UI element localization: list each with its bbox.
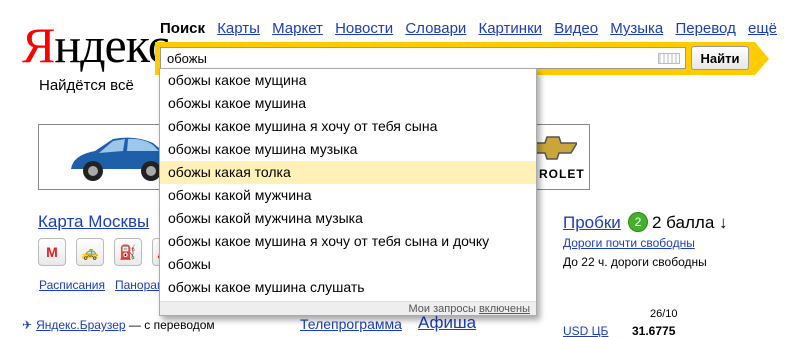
suggest-footer: Мои запросы включены <box>160 301 536 315</box>
browser-icon: ✈ <box>22 318 33 332</box>
tab-music[interactable]: Музыка <box>610 20 663 37</box>
search-button[interactable]: Найти <box>691 46 749 70</box>
suggestion-item[interactable]: обожы <box>160 253 536 276</box>
yandex-logo[interactable]: Яндекс <box>22 17 170 73</box>
traffic-light-icon: 2 <box>628 212 648 232</box>
suggestion-item-selected[interactable]: обожы какая толка <box>160 161 536 184</box>
browser-promo: ✈ Яндекс.Браузер — с переводом <box>22 318 215 332</box>
suggestion-item[interactable]: обожы какой мужчина <box>160 184 536 207</box>
browser-tail: — с переводом <box>128 318 215 332</box>
tab-video[interactable]: Видео <box>554 20 598 37</box>
tab-translate[interactable]: Перевод <box>675 20 735 37</box>
rate-label[interactable]: USD ЦБ <box>563 324 608 337</box>
tv-program-link[interactable]: Телепрограмма <box>300 316 402 332</box>
my-queries-toggle[interactable]: включены <box>479 303 530 315</box>
afisha-link[interactable]: Афиша <box>418 313 476 333</box>
search-input[interactable] <box>160 47 686 69</box>
schedules-link[interactable]: Расписания <box>39 278 105 292</box>
tab-dictionaries[interactable]: Словари <box>405 20 466 37</box>
tab-maps[interactable]: Карты <box>217 20 260 37</box>
service-tabs: Поиск Карты Маркет Новости Словари Карти… <box>160 20 785 40</box>
slogan: Найдётся всё <box>39 77 134 94</box>
tab-more[interactable]: ещё <box>748 20 777 37</box>
search-arrow-tip <box>755 42 769 75</box>
map-link[interactable]: Карта Москвы <box>38 212 149 232</box>
traffic-score: 2 балла ↓ <box>652 213 728 232</box>
tab-search[interactable]: Поиск <box>160 20 205 37</box>
taxi-icon[interactable]: 🚕 <box>76 238 104 266</box>
suggestion-item[interactable]: обожы какое мущина <box>160 69 536 92</box>
tab-market[interactable]: Маркет <box>272 20 323 37</box>
suggestion-item[interactable]: обожы какое мушина <box>160 92 536 115</box>
traffic-link[interactable]: Пробки <box>563 213 621 233</box>
traffic-status-link[interactable]: Дороги почти свободны <box>563 236 695 250</box>
my-queries-label: Мои запросы <box>408 303 476 315</box>
tab-images[interactable]: Картинки <box>478 20 542 37</box>
logo-first-letter: Я <box>22 17 55 73</box>
browser-link[interactable]: Яндекс.Браузер <box>36 318 126 332</box>
rate-date: 26/10 <box>650 308 678 320</box>
search-suggestions: обожы какое мущина обожы какое мушина об… <box>159 68 537 316</box>
suggestion-item[interactable]: обожы какое мушина я хочу от тебя сына <box>160 115 536 138</box>
suggestion-item[interactable]: обожы какое мушина я хочу от тебя сына и… <box>160 230 536 253</box>
panoramas-link[interactable]: Панорам <box>115 278 165 292</box>
keyboard-icon[interactable] <box>658 53 680 64</box>
gas-station-icon[interactable]: ⛽ <box>114 238 142 266</box>
rate-value: 31.6775 <box>632 324 676 337</box>
brand-text: ROLET <box>539 167 585 181</box>
logo-rest: ндекс <box>54 17 170 73</box>
traffic-forecast: До 22 ч. дороги свободны <box>563 255 707 269</box>
suggestion-item[interactable]: обожы какое мушина слушать <box>160 276 536 299</box>
metro-icon[interactable]: М <box>38 238 66 266</box>
suggestion-item[interactable]: обожы какое мушина музыка <box>160 138 536 161</box>
tab-news[interactable]: Новости <box>335 20 393 37</box>
suggestion-item[interactable]: обожы какой мужчина музыка <box>160 207 536 230</box>
